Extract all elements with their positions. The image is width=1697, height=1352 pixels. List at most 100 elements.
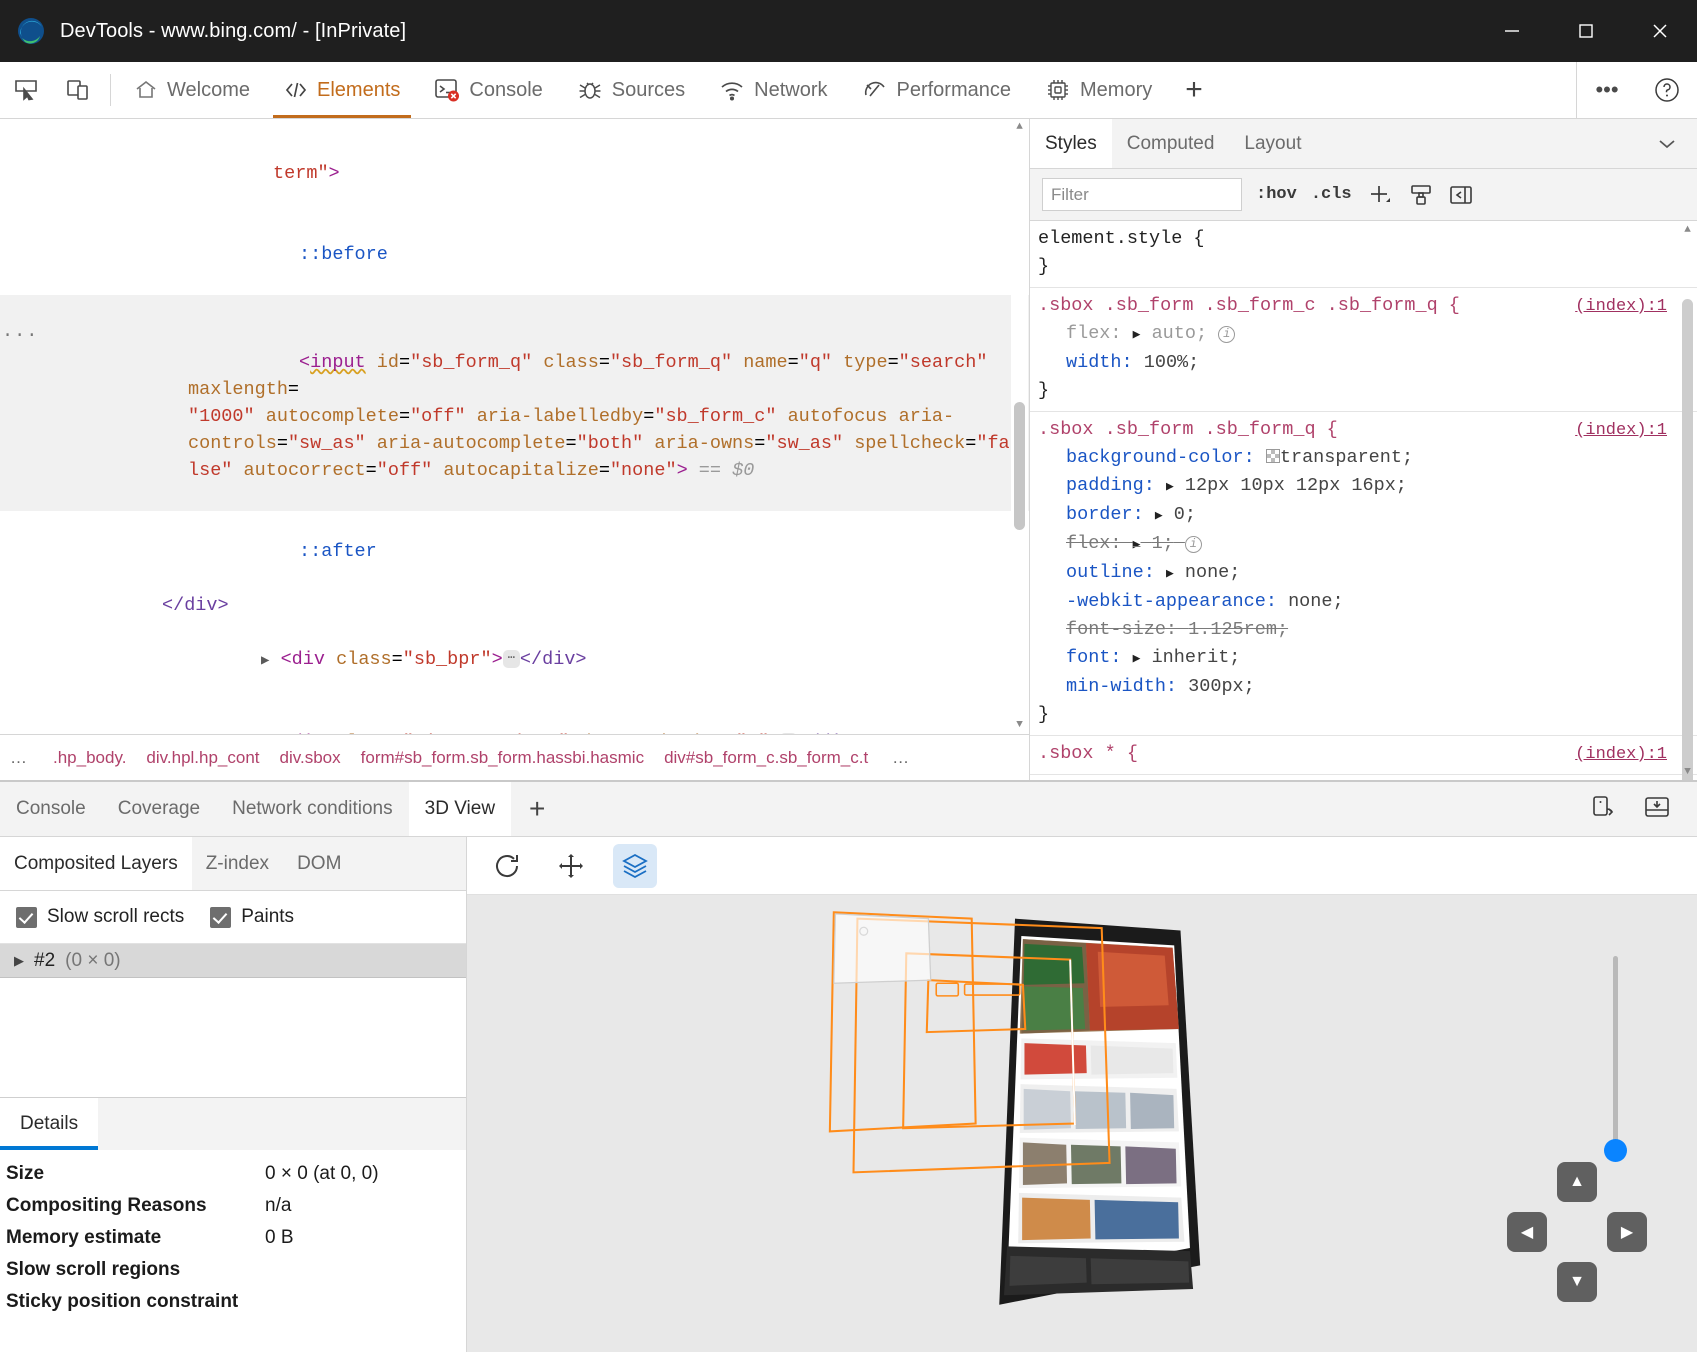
pan-up-button[interactable]: ▲ (1557, 1162, 1597, 1202)
expand-triangle-icon[interactable]: ▶ (1166, 566, 1174, 581)
tab-layout[interactable]: Layout (1229, 119, 1316, 168)
rule-source-link[interactable]: (index):1 (1575, 741, 1667, 769)
help-button[interactable] (1637, 62, 1697, 118)
scroll-up-arrow[interactable]: ▲ (1679, 221, 1696, 238)
expand-triangle-icon[interactable]: ▶ (1133, 537, 1141, 552)
chevron-down-icon[interactable] (1637, 119, 1697, 168)
dom-line-sb-bpr[interactable]: ▶ <div class="sb_bpr"> ⋯ </div> (0, 619, 1029, 702)
css-property-outline[interactable]: outline: ▶ none; (1038, 559, 1697, 588)
breadcrumb-overflow-left[interactable]: … (6, 748, 33, 768)
toggle-class-button[interactable]: .cls (1311, 185, 1352, 204)
scrollbar-thumb[interactable] (1014, 401, 1025, 530)
css-property-font[interactable]: font: ▶ inherit; (1038, 644, 1697, 673)
issues-icon[interactable] (1589, 793, 1617, 826)
info-icon[interactable]: i (1218, 326, 1236, 343)
expand-triangle-icon[interactable]: ▶ (1155, 508, 1163, 523)
tab-styles[interactable]: Styles (1030, 119, 1112, 168)
tab-elements[interactable]: Elements (267, 62, 418, 118)
tab-computed[interactable]: Computed (1112, 119, 1230, 168)
checkbox-icon[interactable] (16, 906, 37, 928)
color-swatch-icon[interactable] (1265, 449, 1280, 463)
rule-source-link[interactable]: (index):1 (1575, 417, 1667, 445)
drawer-tab-3d-view[interactable]: 3D View (408, 782, 512, 836)
device-emulation-icon[interactable] (52, 62, 104, 118)
new-style-rule-button[interactable] (1366, 181, 1394, 209)
dom-tree[interactable]: <div id="sb_form_c" class="sb_form_c too… (0, 119, 1029, 734)
scrollbar-thumb[interactable] (1682, 299, 1693, 780)
drawer-tab-coverage[interactable]: Coverage (102, 782, 216, 836)
css-rule-sb-form-q[interactable]: .sbox .sb_form .sb_form_q { (index):1 ba… (1030, 412, 1697, 736)
scroll-down-arrow[interactable]: ▼ (1679, 763, 1696, 780)
expand-triangle-icon[interactable]: ▶ (1133, 651, 1141, 666)
pan-left-button[interactable]: ◀ (1507, 1212, 1547, 1252)
css-rule-sb-form-c-q[interactable]: .sbox .sb_form .sb_form_c .sb_form_q { (… (1030, 288, 1697, 412)
drawer-tab-console[interactable]: Console (0, 782, 102, 836)
expand-ellipsis[interactable]: ⋯ (502, 650, 520, 669)
css-property-width[interactable]: width: 100%; (1038, 349, 1697, 377)
maximize-button[interactable] (1549, 0, 1623, 62)
css-property-background-color[interactable]: background-color: transparent; (1038, 444, 1697, 472)
reset-rotation-icon[interactable] (485, 844, 529, 888)
css-property-border[interactable]: border: ▶ 0; (1038, 501, 1697, 530)
layer-tree-row[interactable]: ▶ #2 (0 × 0) (0, 944, 466, 978)
checkbox-icon[interactable] (210, 906, 232, 928)
scroll-up-arrow[interactable]: ▲ (1011, 119, 1028, 136)
breadcrumb-item[interactable]: form#sb_form.sb_form.hassbi.hasmic (361, 748, 644, 768)
layers-tab-dom[interactable]: DOM (283, 837, 355, 890)
css-property-flex-overridden[interactable]: flex: ▶ 1; i (1038, 530, 1697, 559)
checkbox-paints[interactable]: Paints (210, 906, 294, 928)
css-rule-sbox-universal[interactable]: .sbox * { (index):1 (1030, 736, 1697, 775)
3d-view-canvas[interactable]: ▲ ◀ ▶ ▼ (467, 837, 1697, 1352)
css-property-webkit-appearance[interactable]: -webkit-appearance: none; (1038, 588, 1697, 616)
minimize-button[interactable] (1475, 0, 1549, 62)
tab-performance[interactable]: Performance (845, 62, 1029, 118)
toggle-hover-state-button[interactable]: :hov (1256, 185, 1297, 204)
tab-network[interactable]: Network (702, 62, 844, 118)
layers-stack-icon[interactable] (613, 843, 657, 888)
pan-down-button[interactable]: ▼ (1557, 1262, 1597, 1302)
css-property-flex[interactable]: flex: ▶ auto; i (1038, 320, 1697, 349)
info-icon[interactable]: i (1184, 536, 1202, 553)
close-button[interactable] (1623, 0, 1697, 62)
drawer-add-tab-button[interactable]: + (511, 782, 563, 836)
more-options-button[interactable]: ••• (1577, 62, 1637, 118)
pan-move-icon[interactable] (549, 844, 593, 888)
layers-tab-z-index[interactable]: Z-index (192, 837, 283, 890)
css-rule-element-style[interactable]: element.style { } (1030, 221, 1697, 288)
breadcrumb-item[interactable]: .hp_body. (53, 748, 126, 768)
css-property-padding[interactable]: padding: ▶ 12px 10px 12px 16px; (1038, 472, 1697, 501)
tab-welcome[interactable]: Welcome (117, 62, 267, 118)
breadcrumb-overflow-right[interactable]: … (888, 748, 915, 768)
styles-scrollbar[interactable]: ▲ ▼ (1679, 221, 1696, 780)
expand-ellipsis[interactable]: ⋯ (780, 733, 798, 734)
dom-line-selected-input[interactable]: ··· <input id="sb_form_q" class="sb_form… (0, 295, 1029, 511)
inspect-element-icon[interactable] (0, 62, 52, 118)
open-sidebar-icon[interactable] (1448, 182, 1474, 208)
scroll-down-arrow[interactable]: ▼ (1011, 717, 1028, 734)
styles-filter-input[interactable]: Filter (1042, 178, 1242, 211)
tab-memory[interactable]: Memory (1028, 62, 1169, 118)
css-property-min-width[interactable]: min-width: 300px; (1038, 673, 1697, 701)
checkbox-slow-scroll-rects[interactable]: Slow scroll rects (16, 906, 184, 928)
expand-triangle-icon[interactable]: ▶ (14, 953, 24, 969)
layers-tab-composited-layers[interactable]: Composited Layers (0, 837, 192, 890)
breadcrumb-item[interactable]: div#sb_form_c.sb_form_c.t (664, 748, 868, 768)
breadcrumb-item[interactable]: div.hpl.hp_cont (146, 748, 259, 768)
expand-triangle-icon[interactable]: ▶ (1166, 479, 1174, 494)
tab-console[interactable]: Console (417, 62, 559, 118)
zoom-slider-thumb[interactable] (1604, 1139, 1627, 1162)
rule-source-link[interactable]: (index):1 (1575, 293, 1667, 321)
dom-tree-scrollbar[interactable]: ▲ ▼ (1011, 119, 1028, 734)
details-tab[interactable]: Details (0, 1098, 99, 1150)
css-property-font-size-overridden[interactable]: font-size: 1.125rem; (1038, 616, 1697, 644)
dom-line-mic-cont[interactable]: ▶ <div class="mic_cont icon" data-priori… (0, 702, 1029, 734)
expand-triangle-icon[interactable]: ▶ (1133, 327, 1141, 342)
tab-sources[interactable]: Sources (560, 62, 702, 118)
breadcrumb-item[interactable]: div.sbox (280, 748, 341, 768)
zoom-slider-track[interactable] (1613, 956, 1618, 1142)
dock-drawer-icon[interactable] (1643, 793, 1671, 826)
style-pane-toggle-icon[interactable] (1408, 182, 1434, 208)
pan-right-button[interactable]: ▶ (1607, 1212, 1647, 1252)
drawer-tab-network-conditions[interactable]: Network conditions (216, 782, 409, 836)
styles-rules-list[interactable]: element.style { } .sbox .sb_form .sb_for… (1030, 221, 1697, 780)
